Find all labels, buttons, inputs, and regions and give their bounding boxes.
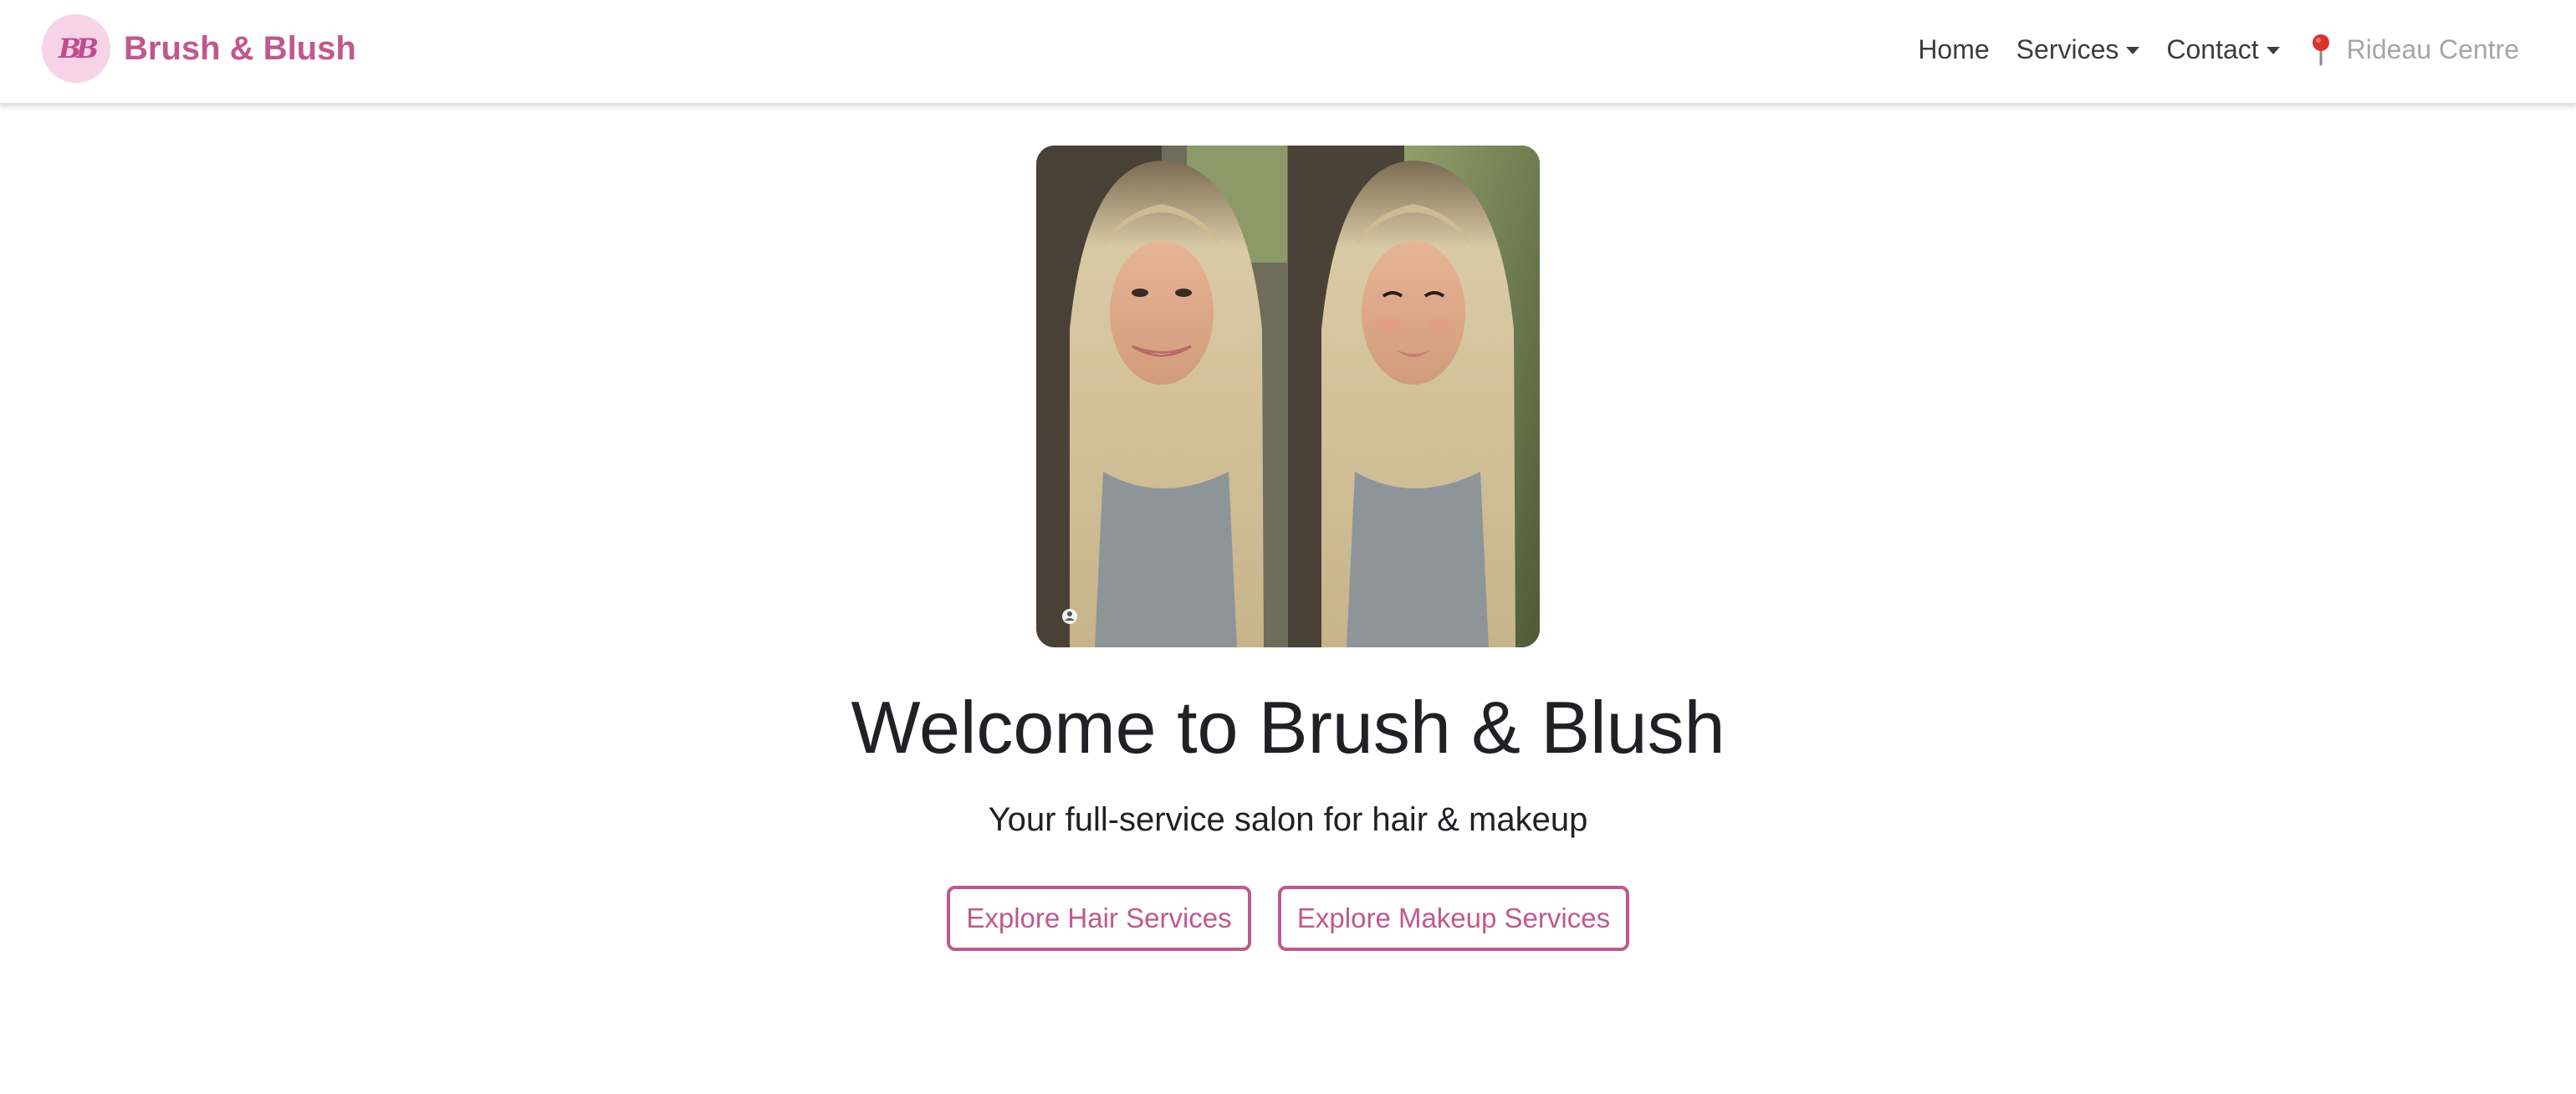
nav-home-link[interactable]: Home xyxy=(1904,34,2002,65)
hero-subtitle: Your full-service salon for hair & makeu… xyxy=(988,801,1588,838)
nav-contact-label: Contact xyxy=(2166,33,2259,64)
nav-services-label: Services xyxy=(2016,33,2119,64)
nav-contact-dropdown[interactable]: Contact xyxy=(2153,34,2292,65)
top-navbar: BB Brush & Blush Home Services Contact R… xyxy=(0,0,2576,104)
before-after-photo xyxy=(1036,146,1540,647)
nav-home-label: Home xyxy=(1918,33,1990,64)
location-label: Rideau Centre xyxy=(2346,33,2519,64)
brand-logo-monogram: BB xyxy=(58,33,99,64)
map-pin-icon xyxy=(2312,34,2329,66)
hero-image xyxy=(1036,146,1540,647)
nav-links: Home Services Contact Rideau Centre xyxy=(1904,0,2519,99)
explore-hair-services-button[interactable]: Explore Hair Services xyxy=(947,886,1251,951)
nav-services-dropdown[interactable]: Services xyxy=(2003,34,2154,65)
explore-makeup-services-button[interactable]: Explore Makeup Services xyxy=(1278,886,1629,951)
brand-logo: BB xyxy=(42,14,110,83)
brand-link[interactable]: BB Brush & Blush xyxy=(42,14,356,83)
brand-name: Brush & Blush xyxy=(124,29,356,67)
hero-title: Welcome to Brush & Blush xyxy=(851,686,1725,769)
caret-down-icon xyxy=(2266,46,2280,54)
location-indicator: Rideau Centre xyxy=(2307,33,2519,66)
caret-down-icon xyxy=(2126,46,2140,54)
